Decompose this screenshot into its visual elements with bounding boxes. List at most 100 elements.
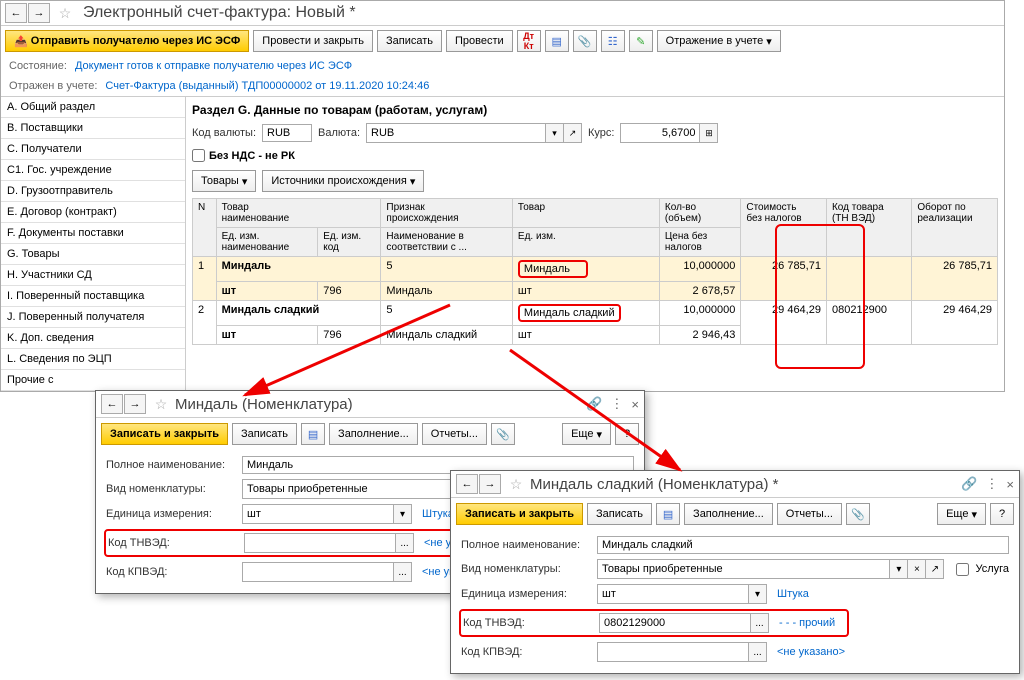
sidebar-item-other[interactable]: Прочие с xyxy=(1,370,185,391)
table-row[interactable]: 2 Миндаль сладкий 5 Миндаль сладкий 10,0… xyxy=(193,301,998,326)
popup1-list-button[interactable]: ▤ xyxy=(301,423,325,445)
popup2-unit-dropdown[interactable]: ▾ xyxy=(749,584,767,604)
sources-dropdown-button[interactable]: Источники происхождения ▾ xyxy=(262,170,424,192)
popup2-type-open[interactable]: ↗ xyxy=(926,559,944,579)
save-button[interactable]: Записать xyxy=(377,30,442,52)
popup1-save-close-button[interactable]: Записать и закрыть xyxy=(101,423,228,445)
popup1-unit-input[interactable] xyxy=(242,504,394,524)
popup1-fill-button[interactable]: Заполнение... xyxy=(329,423,418,445)
nav-back-button[interactable]: ← xyxy=(5,3,27,23)
th-tnved: Код товара (ТН ВЭД) xyxy=(826,199,911,257)
rate-calc-button[interactable]: ⊞ xyxy=(700,123,718,143)
popup2-link-icon[interactable]: 🔗 xyxy=(961,476,977,492)
nav-forward-button[interactable]: → xyxy=(28,3,50,23)
popup2-unit-input[interactable] xyxy=(597,584,749,604)
sidebar-item-g[interactable]: G. Товары xyxy=(1,244,185,265)
post-button[interactable]: Провести xyxy=(446,30,513,52)
popup1-tnved-input[interactable] xyxy=(244,533,396,553)
currency-dropdown-button[interactable]: ▾ xyxy=(546,123,564,143)
sidebar-item-d[interactable]: D. Грузоотправитель xyxy=(1,181,185,202)
sidebar-item-h[interactable]: H. Участники СД xyxy=(1,265,185,286)
popup2-tnved-input[interactable] xyxy=(599,613,751,633)
sidebar-item-l[interactable]: L. Сведения по ЭЦП xyxy=(1,349,185,370)
popup1-back-button[interactable]: ← xyxy=(101,394,123,414)
sidebar-item-k[interactable]: K. Доп. сведения xyxy=(1,328,185,349)
post-close-button[interactable]: Провести и закрыть xyxy=(253,30,373,52)
popup1-tnved-dots[interactable]: ... xyxy=(396,533,414,553)
popup1-reports-button[interactable]: Отчеты... xyxy=(422,423,487,445)
popup2-close-icon[interactable]: × xyxy=(1006,477,1014,492)
popup2-unit-hint[interactable]: Штука xyxy=(777,588,809,600)
sidebar-item-a[interactable]: A. Общий раздел xyxy=(1,97,185,118)
popup1-menu-icon[interactable]: ⋮ xyxy=(610,396,623,412)
sidebar-item-f[interactable]: F. Документы поставки xyxy=(1,223,185,244)
popup1-kpved-dots[interactable]: ... xyxy=(394,562,412,582)
sidebar-item-c1[interactable]: C1. Гос. учреждение xyxy=(1,160,185,181)
popup2-kpved-hint[interactable]: <не указано> xyxy=(777,646,845,658)
goods-dropdown-button[interactable]: Товары ▾ xyxy=(192,170,256,192)
dtkt-icon-button[interactable]: ДтКт xyxy=(517,30,541,52)
popup1-title: Миндаль (Номенклатура) xyxy=(175,396,353,413)
sidebar-item-b[interactable]: B. Поставщики xyxy=(1,118,185,139)
struct-icon-button[interactable]: ☷ xyxy=(601,30,625,52)
th-cost: Стоимость без налогов xyxy=(741,199,827,257)
popup1-save-button[interactable]: Записать xyxy=(232,423,297,445)
popup1-unit-dropdown[interactable]: ▾ xyxy=(394,504,412,524)
popup1-attach-button[interactable]: 📎 xyxy=(491,423,515,445)
currency-code-input[interactable] xyxy=(262,124,312,142)
sidebar-item-c[interactable]: C. Получатели xyxy=(1,139,185,160)
popup1-kpved-label: Код КПВЭД: xyxy=(106,566,236,578)
popup2-type-label: Вид номенклатуры: xyxy=(461,563,591,575)
popup2-type-input[interactable] xyxy=(597,559,890,579)
popup2-back-button[interactable]: ← xyxy=(456,474,478,494)
popup2-kpved-input[interactable] xyxy=(597,642,749,662)
popup2-attach-button[interactable]: 📎 xyxy=(846,503,870,525)
popup1-kpved-input[interactable] xyxy=(242,562,394,582)
th-origin: Признак происхождения xyxy=(381,199,512,228)
popup2-kpved-dots[interactable]: ... xyxy=(749,642,767,662)
table-row[interactable]: 1 Миндаль 5 Миндаль 10,000000 26 785,71 … xyxy=(193,257,998,282)
popup2-type-clear[interactable]: × xyxy=(908,559,926,579)
list-icon-button[interactable]: ▤ xyxy=(545,30,569,52)
state-link[interactable]: Документ готов к отправке получателю чер… xyxy=(75,60,352,72)
reflection-button[interactable]: Отражение в учете ▾ xyxy=(657,30,781,52)
section-g-panel: Раздел G. Данные по товарам (работам, ус… xyxy=(186,97,1004,391)
main-window: ← → ☆ Электронный счет-фактура: Новый * … xyxy=(0,0,1005,392)
popup2-more-button[interactable]: Еще ▾ xyxy=(937,503,986,525)
popup2-tnved-dots[interactable]: ... xyxy=(751,613,769,633)
popup1-help-button[interactable]: ? xyxy=(615,423,639,445)
popup2-menu-icon[interactable]: ⋮ xyxy=(985,476,998,492)
popup2-fill-button[interactable]: Заполнение... xyxy=(684,503,773,525)
popup1-more-button[interactable]: Еще ▾ xyxy=(562,423,611,445)
send-esf-button[interactable]: 📤 Отправить получателю через ИС ЭСФ xyxy=(5,30,249,52)
popup1-close-icon[interactable]: × xyxy=(631,397,639,412)
sidebar-item-e[interactable]: E. Договор (контракт) xyxy=(1,202,185,223)
popup2-tnved-hint[interactable]: - - - прочий xyxy=(779,617,835,629)
favorite-star-icon[interactable]: ☆ xyxy=(57,5,73,21)
edit-icon-button[interactable]: ✎ xyxy=(629,30,653,52)
sidebar-item-i[interactable]: I. Поверенный поставщика xyxy=(1,286,185,307)
popup2-list-button[interactable]: ▤ xyxy=(656,503,680,525)
sections-sidebar: A. Общий раздел B. Поставщики C. Получат… xyxy=(1,97,186,391)
reflected-link[interactable]: Счет-Фактура (выданный) ТДП00000002 от 1… xyxy=(105,80,429,92)
popup2-forward-button[interactable]: → xyxy=(479,474,501,494)
popup2-service-checkbox[interactable] xyxy=(956,563,969,576)
popup2-fullname-input[interactable] xyxy=(597,536,1009,554)
popup1-star-icon[interactable]: ☆ xyxy=(153,396,169,412)
rate-input[interactable] xyxy=(620,123,700,143)
currency-code-label: Код валюты: xyxy=(192,127,256,139)
attach-icon-button[interactable]: 📎 xyxy=(573,30,597,52)
currency-input[interactable] xyxy=(366,123,546,143)
popup1-forward-button[interactable]: → xyxy=(124,394,146,414)
popup2-reports-button[interactable]: Отчеты... xyxy=(777,503,842,525)
currency-open-button[interactable]: ↗ xyxy=(564,123,582,143)
novat-label: Без НДС - не РК xyxy=(209,150,295,162)
popup2-star-icon[interactable]: ☆ xyxy=(508,476,524,492)
popup2-type-dropdown[interactable]: ▾ xyxy=(890,559,908,579)
popup2-save-close-button[interactable]: Записать и закрыть xyxy=(456,503,583,525)
novat-checkbox[interactable] xyxy=(192,149,205,162)
popup1-link-icon[interactable]: 🔗 xyxy=(586,396,602,412)
sidebar-item-j[interactable]: J. Поверенный получателя xyxy=(1,307,185,328)
popup2-save-button[interactable]: Записать xyxy=(587,503,652,525)
popup2-help-button[interactable]: ? xyxy=(990,503,1014,525)
